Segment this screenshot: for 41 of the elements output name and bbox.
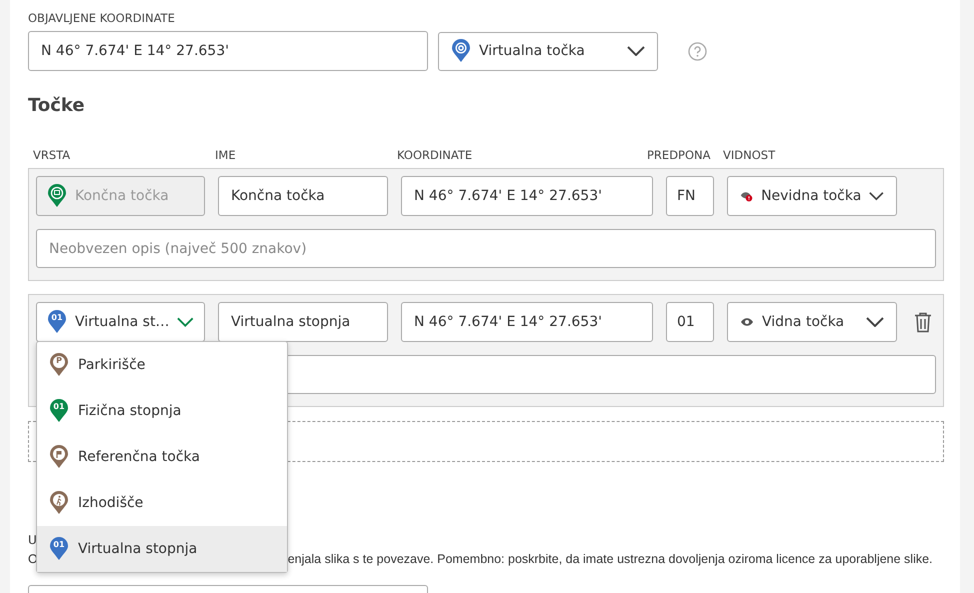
coordinates-field[interactable]: N 46° 7.674' E 14° 27.653' (401, 176, 653, 216)
chevron-icon (866, 317, 884, 327)
menu-item[interactable]: 01 Fizična stopnja (37, 388, 287, 434)
pin-icon (49, 445, 69, 469)
pin-icon (47, 184, 67, 208)
field-label: OBJAVLJENE KOORDINATE (28, 11, 176, 25)
column-header: KOORDINATE (397, 148, 472, 162)
chevron-icon (869, 191, 884, 201)
help-icon[interactable] (688, 42, 707, 60)
coordinates-field[interactable]: N 46° 7.674' E 14° 27.653' (401, 302, 653, 342)
pin-icon: 01 (49, 399, 69, 423)
column-header: PREDPONA (647, 148, 711, 162)
type-select[interactable]: Virtualna točka (438, 32, 658, 70)
add-point-area[interactable] (28, 421, 944, 462)
column-header: IME (215, 148, 236, 162)
trash-icon[interactable] (914, 312, 932, 332)
pin-icon: 01 (49, 537, 69, 561)
description-field[interactable]: Neobvezen opis (največ 500 znakov) (36, 229, 936, 268)
prefix-field[interactable]: 01 (666, 302, 714, 342)
pin-icon: 01 (47, 310, 67, 334)
chevron-icon (627, 46, 645, 56)
prefix-field[interactable]: FN (666, 176, 714, 216)
chevron-icon (177, 317, 194, 327)
menu-item[interactable]: Referenčna točka (37, 434, 287, 480)
name-field[interactable]: Končna točka (218, 176, 388, 216)
visibility-select[interactable]: Vidna točka (727, 302, 897, 342)
pin-icon (49, 491, 69, 515)
column-header: VIDNOST (723, 148, 776, 162)
section-title: Točke (28, 95, 86, 117)
pin-icon (451, 39, 471, 63)
menu-item[interactable]: P Parkirišče (37, 342, 287, 388)
type-select[interactable]: 01 Virtualna st… (36, 302, 205, 342)
menu-item[interactable]: 01 Virtualna stopnja (37, 526, 287, 572)
column-header: VRSTA (33, 148, 70, 162)
name-field[interactable]: Virtualna stopnja (218, 302, 388, 342)
pin-icon: P (49, 353, 69, 377)
menu-item[interactable]: Izhodišče (37, 480, 287, 526)
visibility-select[interactable]: Nevidna točka (727, 176, 897, 216)
hint-text: enjala slika s te povezave. Pomembno: poskrbite, da imate ustrezna dovoljenja oziroma licence za uporabljene slike. (288, 551, 933, 568)
coordinates-field[interactable]: N 46° 7.674' E 14° 27.653' (28, 31, 428, 71)
field-label: U (28, 533, 37, 547)
